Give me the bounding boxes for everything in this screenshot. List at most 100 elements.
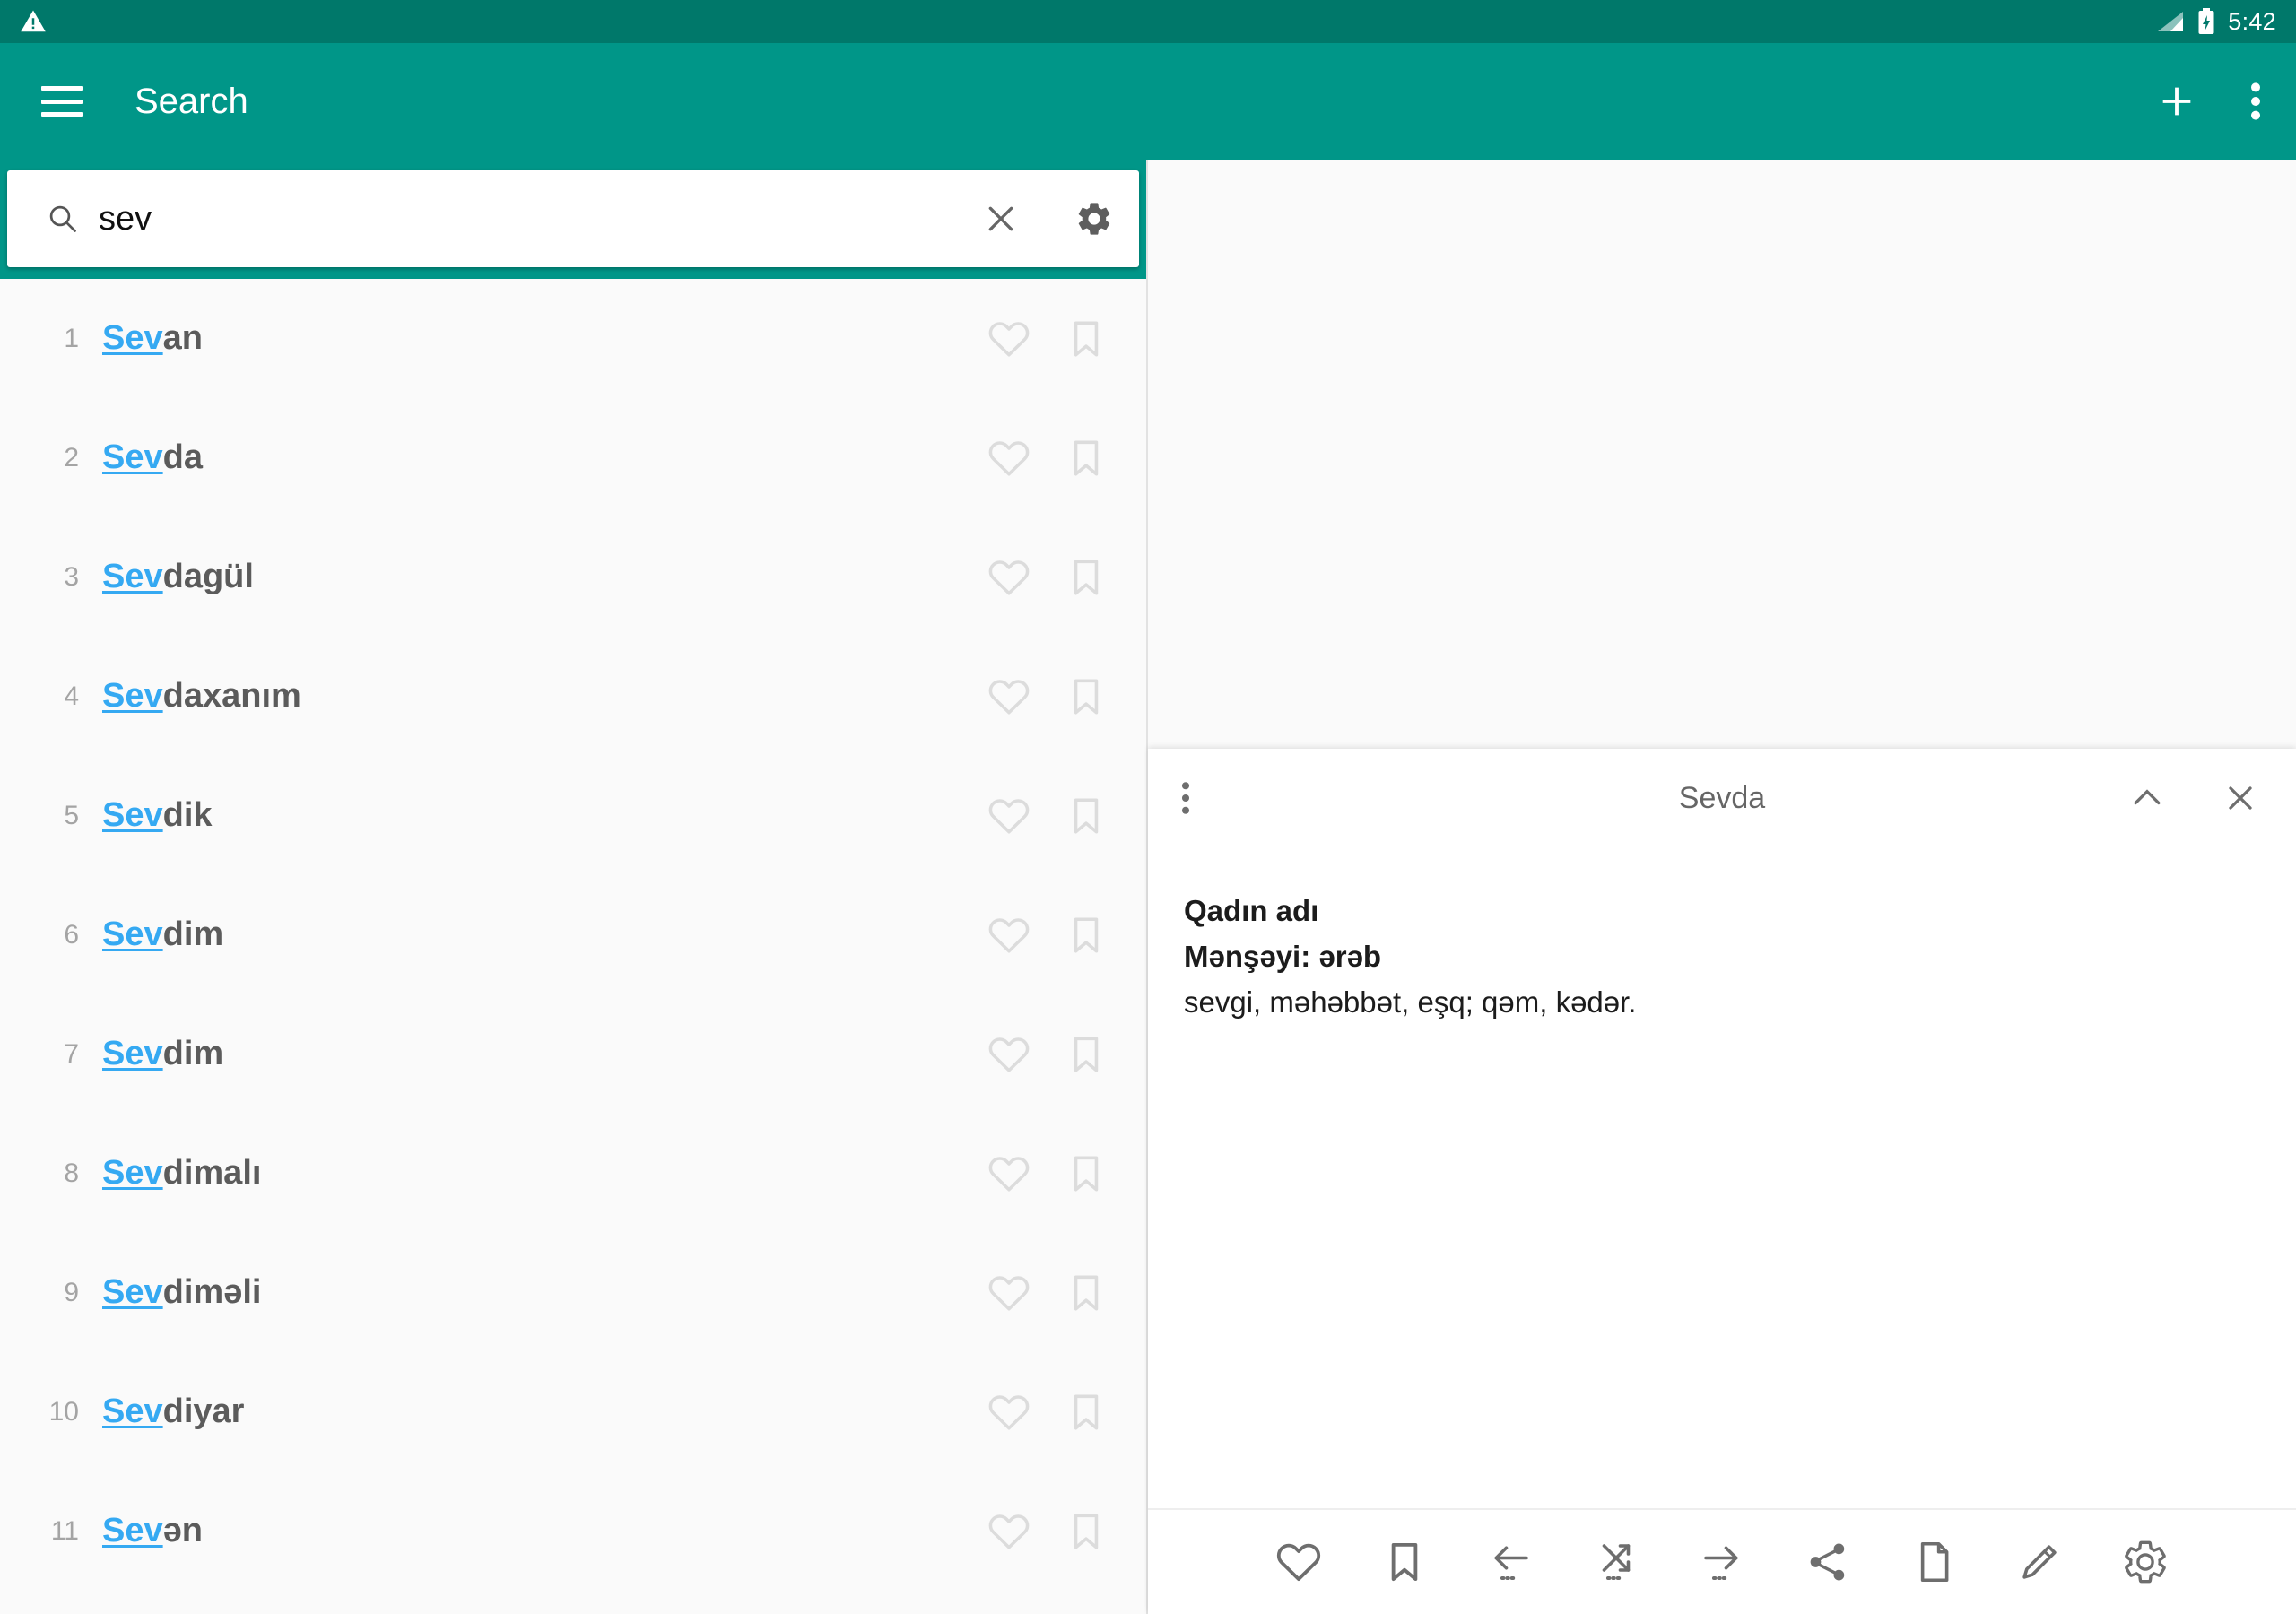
result-index: 1 — [64, 323, 79, 353]
hamburger-menu-icon[interactable] — [41, 86, 83, 117]
heart-outline-icon[interactable] — [987, 794, 1031, 838]
result-word[interactable]: Sevdim — [102, 915, 987, 954]
bookmark-outline-icon[interactable] — [1064, 555, 1109, 600]
close-icon[interactable] — [983, 201, 1019, 237]
result-word-rest: dimalı — [162, 1154, 262, 1192]
result-row[interactable]: 4 Sevdaxanım — [0, 637, 1146, 756]
heart-outline-icon[interactable] — [987, 317, 1031, 361]
bookmark-outline-icon[interactable] — [1064, 913, 1109, 958]
arrow-left-icon[interactable] — [1457, 1509, 1563, 1614]
plus-icon[interactable] — [2156, 81, 2197, 122]
result-word-rest: da — [162, 438, 203, 476]
result-word-rest: dagül — [162, 558, 254, 595]
bookmark-outline-icon[interactable] — [1064, 1390, 1109, 1435]
result-word-rest: dik — [162, 796, 213, 834]
result-row[interactable]: 1 Sevan — [0, 279, 1146, 398]
app-root: 5:42 Search sev 1 Sevan 2 Sevda 3 Sevdag… — [0, 0, 2296, 1614]
heart-outline-icon[interactable] — [987, 1032, 1031, 1077]
entry-detail-panel: Sevda Qadın adı Mənşəyi: ərəb sevgi, məhəb… — [1148, 749, 2296, 1614]
more-vertical-icon[interactable] — [2249, 79, 2262, 124]
result-row-actions — [987, 1271, 1109, 1315]
search-query-value: sev — [99, 199, 152, 238]
shuffle-icon[interactable] — [1563, 1509, 1669, 1614]
bookmark-outline-icon[interactable] — [1064, 794, 1109, 838]
bookmark-outline-icon[interactable] — [1064, 1271, 1109, 1315]
result-row[interactable]: 12Sev — [0, 1591, 1146, 1614]
detail-header: Sevda — [1148, 749, 2296, 847]
result-word[interactable]: Sevdim — [102, 1035, 987, 1073]
pencil-icon[interactable] — [1987, 1509, 2092, 1614]
result-row[interactable]: 10 Sevdiyar — [0, 1352, 1146, 1471]
result-word[interactable]: Sevən — [102, 1512, 987, 1550]
heart-outline-icon[interactable] — [987, 913, 1031, 958]
close-icon[interactable] — [2221, 778, 2260, 818]
search-band: sev — [0, 160, 1146, 279]
bookmark-outline-icon[interactable] — [1064, 1032, 1109, 1077]
result-row-actions — [987, 555, 1109, 600]
bookmark-outline-icon[interactable] — [1064, 317, 1109, 361]
result-word[interactable]: Sevdaxanım — [102, 677, 987, 716]
bookmark-outline-icon[interactable] — [1064, 674, 1109, 719]
more-vertical-icon[interactable] — [1180, 778, 1191, 818]
bookmark-outline-icon[interactable] — [1064, 1151, 1109, 1196]
heart-outline-icon[interactable] — [987, 436, 1031, 481]
result-word-highlight: Sev — [102, 438, 163, 476]
search-box-actions — [983, 199, 1114, 239]
heart-outline-icon[interactable] — [987, 1509, 1031, 1554]
bookmark-outline-icon[interactable] — [1064, 436, 1109, 481]
arrow-right-icon[interactable] — [1669, 1509, 1775, 1614]
gear-icon[interactable] — [1074, 199, 1114, 239]
result-word-rest: diməli — [162, 1273, 262, 1311]
result-word[interactable]: Sevdagül — [102, 558, 987, 596]
result-word[interactable]: Sevda — [102, 438, 987, 477]
result-word-highlight: Sev — [102, 558, 163, 595]
heart-outline-icon[interactable] — [987, 1151, 1031, 1196]
document-icon[interactable] — [1881, 1509, 1987, 1614]
share-icon[interactable] — [1775, 1509, 1881, 1614]
detail-toolbar — [1148, 1508, 2296, 1614]
result-row-actions — [987, 317, 1109, 361]
detail-body: Qadın adı Mənşəyi: ərəb sevgi, məhəbbət, e… — [1148, 847, 2296, 1508]
result-word[interactable]: Sevan — [102, 319, 987, 358]
result-row[interactable]: 6 Sevdim — [0, 875, 1146, 994]
chevron-up-icon[interactable] — [2127, 778, 2167, 818]
result-word-highlight: Sev — [102, 1154, 163, 1192]
result-row-actions — [987, 794, 1109, 838]
result-word-rest: diyar — [162, 1393, 245, 1430]
result-row-actions — [987, 1390, 1109, 1435]
result-row[interactable]: 8 Sevdimalı — [0, 1114, 1146, 1233]
result-word-highlight: Sev — [102, 677, 163, 715]
result-word[interactable]: Sevdiməli — [102, 1273, 987, 1312]
result-row[interactable]: 11 Sevən — [0, 1471, 1146, 1591]
result-row-actions — [987, 913, 1109, 958]
page-title: Search — [135, 81, 248, 121]
result-row[interactable]: 9 Sevdiməli — [0, 1233, 1146, 1352]
result-index: 5 — [64, 800, 79, 830]
result-word-highlight: Sev — [102, 1512, 163, 1549]
gear-icon[interactable] — [2092, 1509, 2198, 1614]
search-box[interactable]: sev — [7, 170, 1139, 267]
detail-line: Qadın adı — [1184, 894, 1319, 927]
result-word-rest: ən — [162, 1512, 203, 1549]
bookmark-outline-icon[interactable] — [1064, 1509, 1109, 1554]
result-row[interactable]: 7 Sevdim — [0, 994, 1146, 1114]
heart-outline-icon[interactable] — [987, 1390, 1031, 1435]
search-results-list[interactable]: 1 Sevan 2 Sevda 3 Sevdagül 4 Sevdaxanım 5 Sevdik 6… — [0, 279, 1146, 1614]
result-index: 2 — [64, 442, 79, 473]
result-index: 9 — [64, 1277, 79, 1307]
status-bar-left — [20, 8, 47, 35]
heart-outline-icon[interactable] — [987, 1271, 1031, 1315]
result-row-actions — [987, 1151, 1109, 1196]
detail-header-actions — [2127, 778, 2260, 818]
result-row[interactable]: 5 Sevdik — [0, 756, 1146, 875]
search-input[interactable]: sev — [47, 200, 983, 239]
heart-outline-icon[interactable] — [987, 555, 1031, 600]
result-row[interactable]: 3 Sevdagül — [0, 517, 1146, 637]
result-word[interactable]: Sevdimalı — [102, 1154, 987, 1193]
heart-outline-icon[interactable] — [1246, 1509, 1352, 1614]
heart-outline-icon[interactable] — [987, 674, 1031, 719]
result-row[interactable]: 2 Sevda — [0, 398, 1146, 517]
result-word[interactable]: Sevdik — [102, 796, 987, 835]
result-word[interactable]: Sevdiyar — [102, 1393, 987, 1431]
bookmark-outline-icon[interactable] — [1352, 1509, 1457, 1614]
